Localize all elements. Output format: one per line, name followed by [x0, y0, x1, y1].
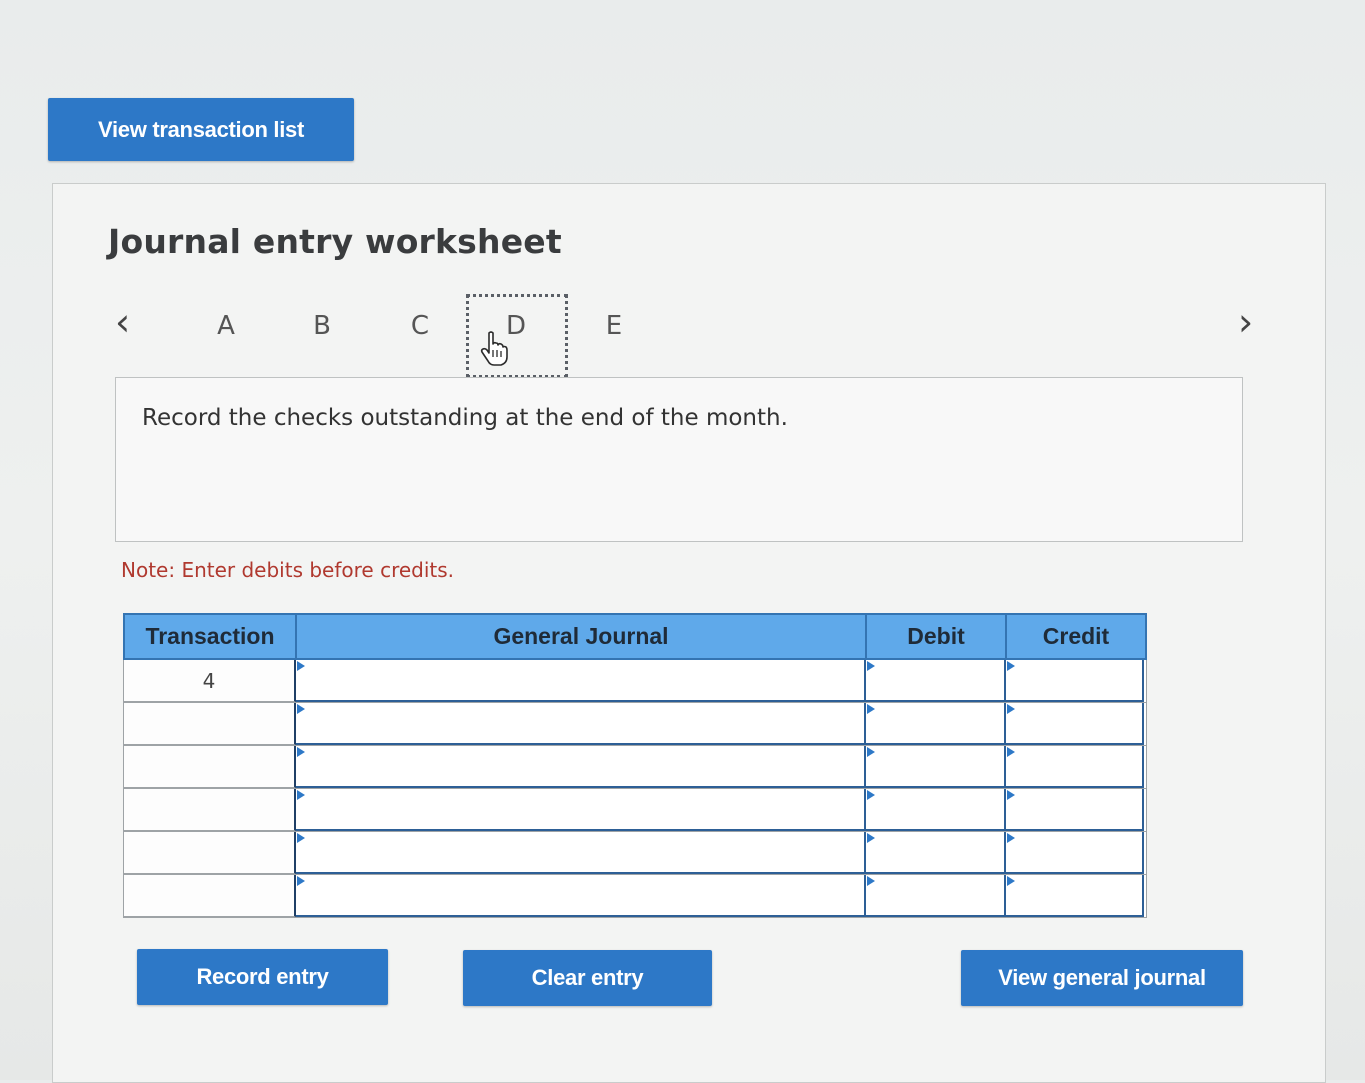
table-header: Transaction General Journal Debit Credit [123, 613, 1147, 660]
credit-input[interactable] [1006, 875, 1144, 917]
transaction-cell [124, 789, 296, 831]
credit-input[interactable] [1006, 789, 1144, 831]
debit-input[interactable] [866, 832, 1006, 874]
worksheet-title: Journal entry worksheet [108, 222, 562, 261]
general-journal-dropdown[interactable] [296, 789, 866, 831]
general-journal-dropdown[interactable] [296, 832, 866, 874]
credit-input[interactable] [1006, 660, 1144, 702]
credit-input[interactable] [1006, 746, 1144, 788]
general-journal-dropdown[interactable] [296, 660, 866, 702]
header-general-journal: General Journal [297, 615, 867, 658]
debit-input[interactable] [866, 660, 1006, 702]
debit-input[interactable] [866, 789, 1006, 831]
transaction-cell [124, 875, 296, 917]
question-box [115, 377, 1243, 542]
record-entry-button[interactable]: Record entry [137, 949, 388, 1005]
general-journal-dropdown[interactable] [296, 746, 866, 788]
transaction-cell [124, 746, 296, 788]
general-journal-dropdown[interactable] [296, 875, 866, 917]
table-row [123, 832, 1147, 875]
credit-input[interactable] [1006, 703, 1144, 745]
header-transaction: Transaction [125, 615, 297, 658]
transaction-cell [124, 703, 296, 745]
tab-e[interactable]: E [594, 311, 634, 341]
journal-table: Transaction General Journal Debit Credit… [123, 613, 1147, 918]
general-journal-dropdown[interactable] [296, 703, 866, 745]
view-general-journal-button[interactable]: View general journal [961, 950, 1243, 1006]
note-text: Note: Enter debits before credits. [121, 558, 455, 582]
debit-input[interactable] [866, 875, 1006, 917]
header-debit: Debit [867, 615, 1007, 658]
tab-c[interactable]: C [400, 311, 440, 341]
chevron-right-icon[interactable]: › [1238, 303, 1253, 341]
clear-entry-button[interactable]: Clear entry [463, 950, 712, 1006]
question-text: Record the checks outstanding at the end… [142, 405, 788, 431]
table-row [123, 746, 1147, 789]
header-credit: Credit [1042, 623, 1110, 649]
view-transaction-list-button[interactable]: View transaction list [48, 98, 354, 161]
hand-cursor-icon [480, 331, 508, 366]
table-row [123, 703, 1147, 746]
transaction-cell: 4 [124, 660, 296, 702]
debit-input[interactable] [866, 703, 1006, 745]
table-row [123, 789, 1147, 832]
table-row [123, 875, 1147, 918]
debit-input[interactable] [866, 746, 1006, 788]
table-row: 4 [123, 660, 1147, 703]
tab-b[interactable]: B [302, 311, 342, 341]
credit-input[interactable] [1006, 832, 1144, 874]
tab-a[interactable]: A [206, 311, 246, 341]
transaction-cell [124, 832, 296, 874]
chevron-left-icon[interactable]: ‹ [115, 303, 130, 341]
